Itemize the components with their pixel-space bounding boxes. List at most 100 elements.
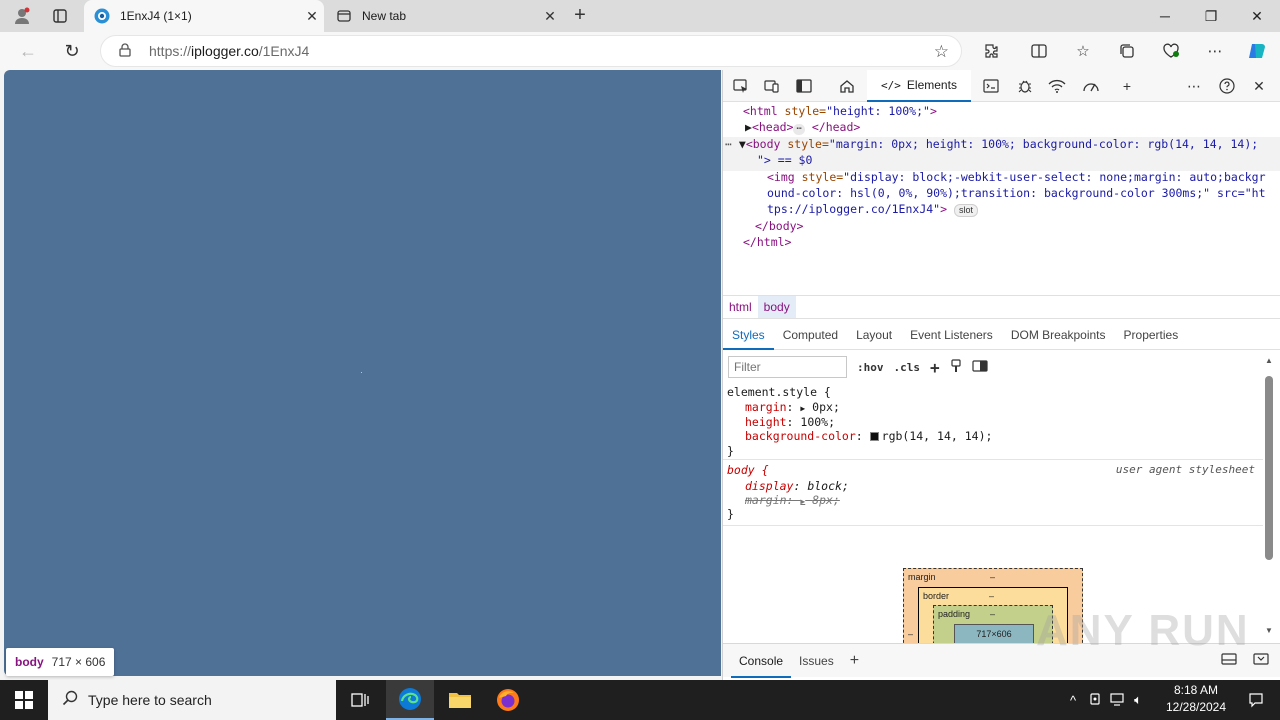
network-icon[interactable] xyxy=(1110,692,1126,709)
tray-device-icon[interactable] xyxy=(1088,692,1102,709)
taskbar-search[interactable]: Type here to search xyxy=(48,680,336,720)
new-style-rule-icon[interactable]: + xyxy=(930,358,940,377)
dock-drawer-icon[interactable] xyxy=(1245,644,1277,678)
minimize-button[interactable]: ─ xyxy=(1142,0,1188,32)
breadcrumb-body[interactable]: body xyxy=(757,296,796,318)
split-screen-icon[interactable] xyxy=(1024,37,1054,65)
hov-toggle[interactable]: :hov xyxy=(857,361,884,374)
drawer-add-tab-icon[interactable]: + xyxy=(842,644,867,678)
more-options-icon[interactable]: ⋯ xyxy=(1200,37,1230,65)
taskbar-clock[interactable]: 8:18 AM 12/28/2024 xyxy=(1160,682,1232,716)
profile-icon[interactable] xyxy=(8,4,36,28)
browser-essentials-icon[interactable] xyxy=(1156,37,1186,65)
browser-toolbar: ← ↻ https://iplogger.co/1EnxJ4 ☆ ☆ ⋯ xyxy=(0,32,1280,70)
cls-toggle[interactable]: .cls xyxy=(894,361,921,374)
styles-filter-input[interactable] xyxy=(728,356,847,378)
welcome-home-icon[interactable] xyxy=(834,74,860,98)
file-explorer-icon[interactable] xyxy=(436,680,484,720)
task-view-icon[interactable] xyxy=(336,680,384,720)
inspect-element-icon[interactable] xyxy=(728,74,754,98)
reload-icon[interactable]: ↻ xyxy=(56,37,88,65)
tab-properties[interactable]: Properties xyxy=(1115,320,1188,350)
slot-badge[interactable]: slot xyxy=(953,204,978,217)
tray-chevron-up-icon[interactable]: ^ xyxy=(1070,693,1076,708)
tab-elements[interactable]: </> Elements xyxy=(867,70,971,102)
title-bar: 1EnxJ4 (1×1) ✕ New tab ✕ + ─ ❐ ✕ xyxy=(0,0,1280,32)
dom-node-head[interactable]: ▶<head> ⋯ </head> xyxy=(745,119,860,136)
more-tools-plus-icon[interactable]: + xyxy=(1114,74,1140,98)
expand-triangle-icon[interactable]: ▶ xyxy=(745,120,752,134)
lock-icon[interactable] xyxy=(119,42,135,60)
tab-dom-breakpoints[interactable]: DOM Breakpoints xyxy=(1002,320,1115,350)
performance-gauge-icon[interactable] xyxy=(1078,74,1104,98)
tab-new-tab[interactable]: New tab ✕ xyxy=(326,0,562,32)
devtools-menu-icon[interactable]: ⋯ xyxy=(1181,74,1207,98)
network-wifi-icon[interactable] xyxy=(1044,74,1070,98)
drawer-tab-issues[interactable]: Issues xyxy=(791,644,842,678)
close-devtools-icon[interactable]: ✕ xyxy=(1246,74,1272,98)
expand-triangle-icon[interactable]: ▶ xyxy=(800,404,805,413)
css-prop-background-color[interactable]: background-color: rgb(14, 14, 14); xyxy=(745,429,992,444)
color-swatch[interactable] xyxy=(869,432,879,441)
extensions-icon[interactable] xyxy=(976,37,1006,65)
tab-actions-icon[interactable] xyxy=(46,4,74,28)
device-emulation-icon[interactable] xyxy=(759,74,785,98)
ua-rule-block: body { user agent stylesheet display: bl… xyxy=(723,459,1263,524)
drawer-tab-console[interactable]: Console xyxy=(731,644,792,678)
tracking-pixel-image xyxy=(361,372,362,373)
url-text: https://iplogger.co/1EnxJ4 xyxy=(149,43,310,59)
dock-side-icon[interactable] xyxy=(791,74,817,98)
tab-iplogger[interactable]: 1EnxJ4 (1×1) ✕ xyxy=(84,0,324,32)
dom-node-img[interactable]: <img style="display: block;-webkit-user-… xyxy=(767,169,1266,186)
paint-brush-icon[interactable] xyxy=(950,358,962,376)
code-brackets-icon: </> xyxy=(881,78,901,92)
close-window-button[interactable]: ✕ xyxy=(1234,0,1280,32)
favorite-star-icon[interactable]: ☆ xyxy=(934,42,949,62)
dom-tree: <html style="height: 100%;"> ▶<head> ⋯ </… xyxy=(723,103,1280,293)
tab-event-listeners[interactable]: Event Listeners xyxy=(901,320,1002,350)
element-style-close: } xyxy=(727,444,734,458)
devtools-panel: </> Elements + ⋯ ✕ <html style="height: … xyxy=(722,70,1280,680)
debugger-bug-icon[interactable] xyxy=(1012,74,1038,98)
console-tool-icon[interactable] xyxy=(978,74,1004,98)
close-tab-icon[interactable]: ✕ xyxy=(538,8,562,25)
notifications-icon[interactable] xyxy=(1232,680,1280,720)
new-tab-button[interactable]: + xyxy=(566,4,594,28)
edge-taskbar-icon[interactable] xyxy=(386,680,434,720)
scroll-down-arrow-icon[interactable]: ▼ xyxy=(1264,626,1274,636)
favorites-icon[interactable]: ☆ xyxy=(1068,37,1098,65)
back-icon[interactable]: ← xyxy=(12,37,44,65)
rule-divider xyxy=(723,525,1263,526)
close-tab-icon[interactable]: ✕ xyxy=(300,8,324,25)
tab-layout[interactable]: Layout xyxy=(847,320,901,350)
computed-sidebar-toggle-icon[interactable] xyxy=(972,359,988,375)
address-bar[interactable]: https://iplogger.co/1EnxJ4 ☆ xyxy=(100,35,962,67)
scroll-thumb[interactable] xyxy=(1265,376,1273,560)
devtools-toolbar: </> Elements + ⋯ ✕ xyxy=(723,70,1280,102)
css-prop-height[interactable]: height: 100%; xyxy=(745,415,835,430)
dom-node-body[interactable]: ⋯ ▼<body style="margin: 0px; height: 100… xyxy=(725,136,1258,153)
ellipsis-badge[interactable]: ⋯ xyxy=(793,124,805,135)
page-viewport[interactable] xyxy=(4,70,721,676)
ua-close: } xyxy=(727,507,734,521)
firefox-icon[interactable] xyxy=(484,680,532,720)
dom-node-html-close: </html> xyxy=(743,235,792,249)
restore-button[interactable]: ❐ xyxy=(1188,0,1234,32)
node-actions-icon[interactable]: ⋯ xyxy=(725,137,732,151)
tab-title: 1EnxJ4 (1×1) xyxy=(120,9,192,23)
start-button[interactable] xyxy=(0,680,48,720)
collections-icon[interactable] xyxy=(1112,37,1142,65)
clock-time: 8:18 AM xyxy=(1173,683,1219,697)
dom-node-html[interactable]: <html style="height: 100%;"> xyxy=(743,103,937,120)
ua-prop-display: display: block; xyxy=(745,479,849,493)
styles-scrollbar[interactable]: ▲ ▼ xyxy=(1263,356,1275,638)
system-tray: ^ 🔈︎ xyxy=(1070,680,1142,720)
tab-computed[interactable]: Computed xyxy=(774,320,847,350)
copilot-icon[interactable] xyxy=(1242,37,1272,65)
tab-styles[interactable]: Styles xyxy=(723,320,774,350)
help-icon[interactable] xyxy=(1214,74,1240,98)
volume-icon[interactable]: 🔈︎ xyxy=(1134,692,1142,708)
scroll-up-arrow-icon[interactable]: ▲ xyxy=(1264,356,1274,366)
breadcrumb-html[interactable]: html xyxy=(723,296,758,318)
collapse-triangle-icon[interactable]: ▼ xyxy=(739,137,746,151)
